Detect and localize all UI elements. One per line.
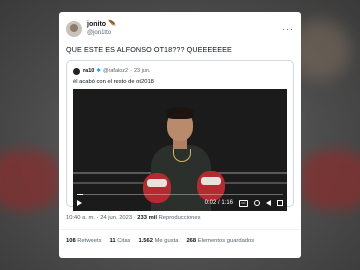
author-names: jonito 🪶 @jon1tto xyxy=(87,21,117,37)
more-options-icon[interactable]: ··· xyxy=(282,24,294,34)
quoted-tweet-header: ra10 ✱ @rafaloz2 · 23 jun. xyxy=(67,67,293,75)
quoted-tweet-text: él acabó con el resto de ot2018 xyxy=(73,79,154,85)
quoted-tweet[interactable]: ra10 ✱ @rafaloz2 · 23 jun. él acabó con … xyxy=(66,60,294,211)
views-label: Reproducciones xyxy=(158,215,201,221)
separator-dot: · xyxy=(130,68,132,74)
tweet-meta: 10:40 a. m. · 24 jun. 2023 · 233 mil Rep… xyxy=(66,215,294,221)
divider xyxy=(59,229,301,230)
stat-count: 108 xyxy=(66,238,76,244)
play-icon[interactable] xyxy=(77,200,82,206)
stat-count: 1.562 xyxy=(138,238,153,244)
video-controls-right: 0:02 / 1:16 CC xyxy=(204,199,283,207)
stat-count: 268 xyxy=(186,238,197,244)
views-count: 233 mil xyxy=(137,215,157,221)
quoted-handle[interactable]: @rafaloz2 xyxy=(103,68,128,74)
video-controls: 0:02 / 1:16 CC xyxy=(73,195,287,211)
stat-label: Citas xyxy=(117,238,131,244)
quoted-display-name[interactable]: ra10 xyxy=(83,68,94,74)
stat-bookmarks[interactable]: 268 Elementos guardados xyxy=(186,238,254,244)
avatar[interactable] xyxy=(66,21,82,37)
quoted-avatar[interactable] xyxy=(73,67,80,75)
stat-label: Elementos guardados xyxy=(197,238,255,244)
settings-icon[interactable] xyxy=(254,200,260,206)
background-glove-left xyxy=(0,150,60,210)
stat-label: Me gusta xyxy=(154,238,179,244)
quoted-date[interactable]: 23 jun. xyxy=(134,68,151,74)
tweet-card: jonito 🪶 @jon1tto ··· QUE ESTE ES ALFONS… xyxy=(59,12,301,258)
stat-count: 11 xyxy=(109,238,116,244)
background-glove-right xyxy=(300,150,360,210)
fullscreen-icon[interactable] xyxy=(277,200,283,206)
tweet-time[interactable]: 10:40 a. m. xyxy=(66,215,95,221)
video-player[interactable]: 0:02 / 1:16 CC xyxy=(73,89,287,211)
tweet-stats: 108 Retweets 11 Citas 1.562 Me gusta 268… xyxy=(66,238,294,244)
tweet-header: jonito 🪶 @jon1tto ··· xyxy=(66,19,294,39)
stat-likes[interactable]: 1.562 Me gusta xyxy=(138,238,178,244)
captions-icon[interactable]: CC xyxy=(239,199,248,207)
tweet-date[interactable]: 24 jun. 2023 xyxy=(100,215,132,221)
boxer-hair xyxy=(166,107,194,119)
stat-label: Retweets xyxy=(77,238,102,244)
display-name[interactable]: jonito 🪶 xyxy=(87,21,117,29)
stat-retweets[interactable]: 108 Retweets xyxy=(66,238,101,244)
tweet-text: QUE ESTE ES ALFONSO OT18??? QUEEEEEEE xyxy=(66,45,232,54)
verified-badge-icon: ✱ xyxy=(96,68,101,74)
volume-icon[interactable] xyxy=(266,200,271,206)
user-handle[interactable]: @jon1tto xyxy=(87,29,117,37)
video-time: 0:02 / 1:16 xyxy=(204,200,233,206)
stat-quotes[interactable]: 11 Citas xyxy=(109,238,130,244)
